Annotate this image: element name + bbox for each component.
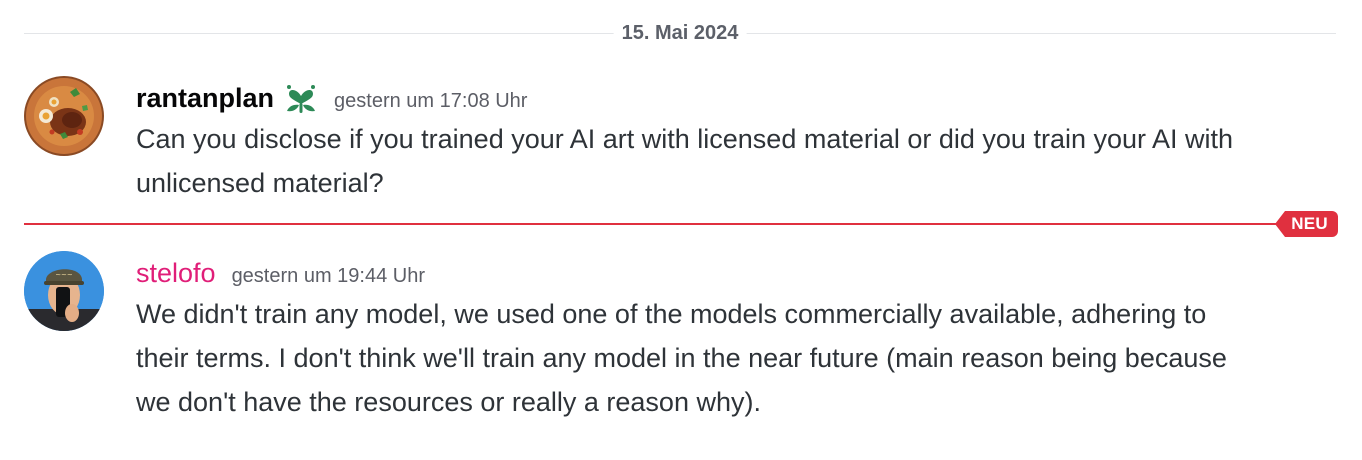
food-bowl-avatar-image xyxy=(24,76,104,156)
avatar[interactable] xyxy=(24,76,104,156)
new-messages-divider: NEU xyxy=(24,211,1338,237)
person-selfie-avatar-image: ~~~ xyxy=(24,251,104,331)
timestamp[interactable]: gestern um 19:44 Uhr xyxy=(232,265,425,288)
new-badge-label: NEU xyxy=(1285,211,1338,237)
message-text: Can you disclose if you trained your AI … xyxy=(136,124,1234,198)
new-badge-arrow xyxy=(1275,211,1286,237)
username[interactable]: rantanplan xyxy=(136,83,274,114)
message-text: We didn't train any model, we used one o… xyxy=(136,299,1227,417)
green-heart-leaf-icon[interactable] xyxy=(282,79,320,117)
new-badge: NEU xyxy=(1275,211,1338,237)
svg-text:~~~: ~~~ xyxy=(55,271,73,279)
message-header: stelofo gestern um 19:44 Uhr xyxy=(136,253,425,293)
date-divider: 15. Mai 2024 xyxy=(24,22,1336,45)
timestamp[interactable]: gestern um 17:08 Uhr xyxy=(334,90,527,113)
message-header: rantanplan gestern um 17:08 Uhr xyxy=(136,78,527,118)
username[interactable]: stelofo xyxy=(136,258,216,289)
date-divider-label: 15. Mai 2024 xyxy=(613,22,747,45)
avatar[interactable]: ~~~ xyxy=(24,251,104,331)
